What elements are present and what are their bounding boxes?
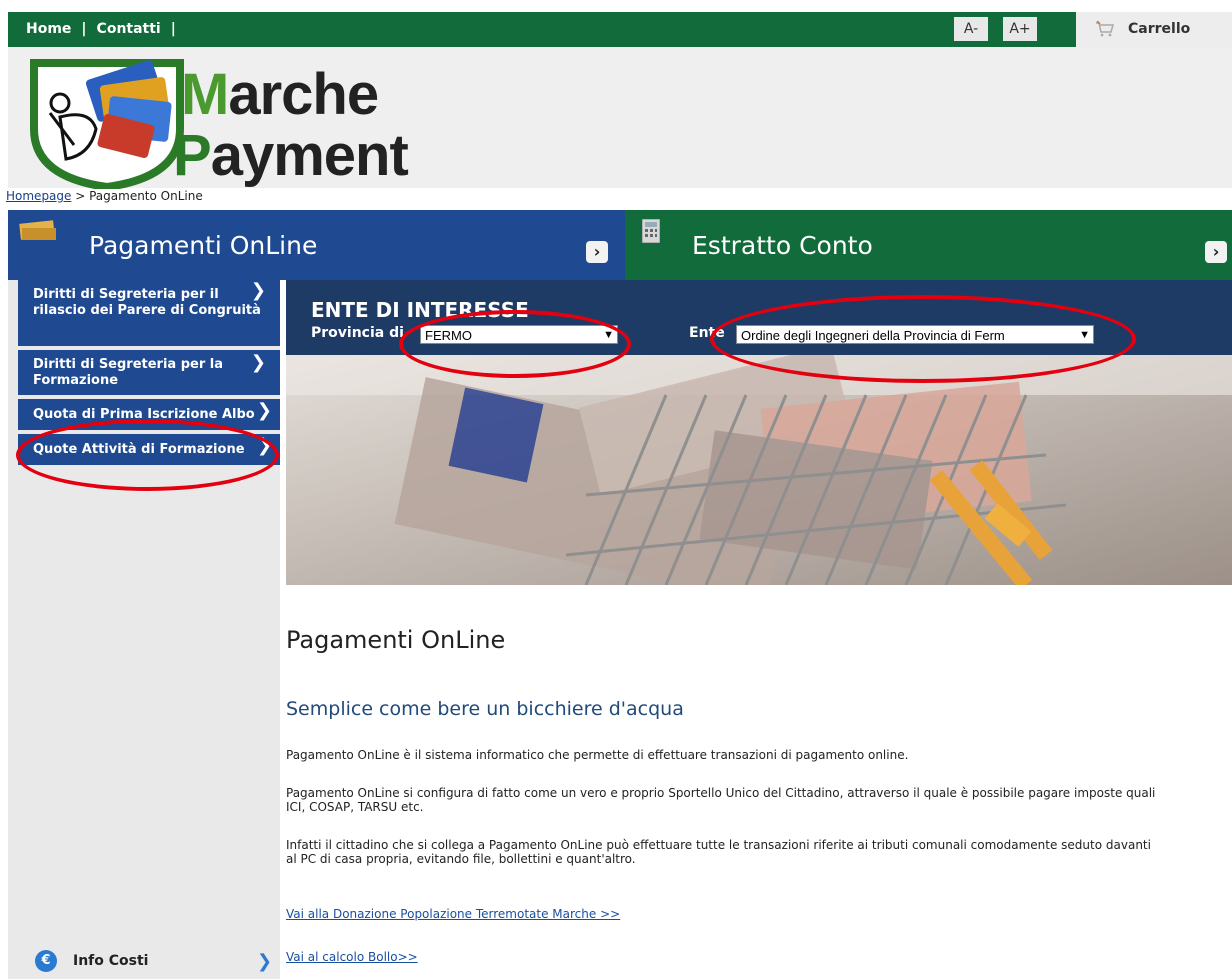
banner-image-shopping-cart-euro (286, 355, 1232, 585)
tab-estratto-title: Estratto Conto (692, 231, 873, 260)
site-header: Marche Payment (8, 47, 1232, 192)
sidebar: Diritti di Segreteria per il rilascio dei… (8, 280, 280, 979)
page-title: Pagamenti OnLine (286, 626, 506, 654)
font-increase-button[interactable]: A+ (1003, 17, 1037, 41)
chevron-right-icon: › (586, 241, 608, 263)
breadcrumb-separator: > (71, 189, 90, 203)
wallet-icon (19, 220, 56, 240)
top-navigation-bar: Home | Contatti | A- A+ Carrello (8, 12, 1232, 47)
logo-text-marche: Marche (181, 62, 379, 127)
breadcrumb-home-link[interactable]: Homepage (6, 189, 71, 203)
chevron-right-icon: ❯ (250, 280, 266, 301)
annotation-ellipse (16, 419, 279, 491)
chevron-right-icon: ❯ (250, 352, 266, 373)
sidebar-item-diritti-congruita[interactable]: Diritti di Segreteria per il rilascio dei… (18, 280, 280, 346)
logo-text-payment: Payment (173, 123, 409, 188)
calculator-icon (642, 219, 660, 243)
sidebar-item-diritti-formazione[interactable]: Diritti di Segreteria per la Formazione ❯ (18, 350, 280, 395)
donazione-link[interactable]: Vai alla Donazione Popolazione Terremota… (286, 907, 620, 921)
font-decrease-button[interactable]: A- (954, 17, 988, 41)
annotation-ellipse (710, 295, 1136, 383)
breadcrumb-current: Pagamento OnLine (89, 189, 203, 203)
cart-label: Carrello (1128, 21, 1191, 37)
nav-separator: | (170, 21, 176, 37)
paragraph-cittadino: Infatti il cittadino che si collega a Pa… (286, 838, 1151, 866)
cart-icon (1096, 21, 1114, 37)
tab-pagamenti-title: Pagamenti OnLine (89, 231, 318, 260)
cart-button[interactable]: Carrello (1076, 12, 1232, 47)
paragraph-intro: Pagamento OnLine è il sistema informatic… (286, 748, 909, 762)
annotation-ellipse (399, 310, 631, 378)
paragraph-sportello: Pagamento OnLine si configura di fatto c… (286, 786, 1156, 814)
sidebar-item-label: Diritti di Segreteria per il rilascio dei… (33, 287, 261, 318)
info-costi-label: Info Costi (73, 953, 149, 969)
breadcrumb: Homepage > Pagamento OnLine (6, 189, 203, 203)
tab-pagamenti-online[interactable]: Pagamenti OnLine › (8, 210, 625, 280)
nav-separator: | (81, 21, 87, 37)
chevron-right-icon: › (1205, 241, 1227, 263)
chevron-right-icon: ❯ (257, 951, 273, 972)
page-subtitle: Semplice come bere un bicchiere d'acqua (286, 698, 684, 720)
calcolo-bollo-link[interactable]: Vai al calcolo Bollo>> (286, 950, 418, 964)
shopping-cart-euro-illustration (286, 355, 1232, 585)
sidebar-item-label: Diritti di Segreteria per la Formazione (33, 357, 224, 388)
nav-contacts-link[interactable]: Contatti (97, 21, 161, 37)
top-nav-links: Home | Contatti | (26, 21, 186, 37)
province-label: Provincia di (311, 325, 404, 341)
shield-logo-icon (30, 59, 184, 192)
info-costi-link[interactable]: € Info Costi ❯ (35, 950, 275, 976)
euro-icon: € (35, 950, 57, 972)
nav-home-link[interactable]: Home (26, 21, 71, 37)
chevron-right-icon: ❯ (256, 400, 272, 421)
tab-estratto-conto[interactable]: Estratto Conto › (625, 210, 1232, 280)
